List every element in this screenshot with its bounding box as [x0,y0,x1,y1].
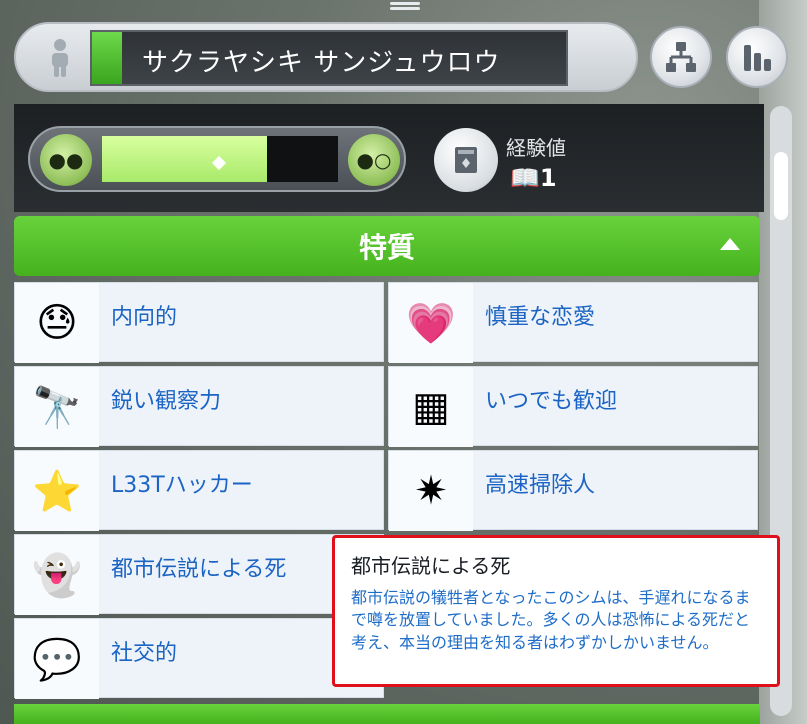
book-icon [455,147,477,173]
drag-handle[interactable] [390,0,420,14]
sweating-emoji-icon: 😓 [15,283,99,363]
trait-label: 鋭い観察力 [111,389,222,414]
mood-strip: ●● ●○ 経験値 📖1 [14,104,764,212]
stats-icon [744,45,771,71]
xp-button[interactable] [434,128,498,192]
computer-star-icon: ⭐ [15,451,99,531]
traits-title: 特質 [358,231,415,264]
sim-name-bar: サクラヤシキ サンジュウロウ [14,22,638,92]
chatting-mouths-icon: 💬 [15,619,99,699]
trait-item[interactable]: 💬 社交的 [14,618,384,699]
trait-label: L33Tハッカー [111,473,253,498]
welcome-mat-icon: ▦ [389,367,473,447]
trait-label: 都市伝説による死 [111,557,287,582]
family-tree-button[interactable] [650,26,712,88]
trait-item[interactable]: 👻 都市伝説による死 [14,534,384,615]
sim-name: サクラヤシキ サンジュウロウ [142,48,501,78]
scroll-thumb[interactable] [774,152,788,220]
trait-item[interactable]: ✷ 高速掃除人 [388,450,758,531]
trait-tooltip: 都市伝説による死 都市伝説の犠牲者となったこのシムは、手遅れになるまで噂を放置し… [332,535,780,687]
trait-item[interactable]: 🔭 鋭い観察力 [14,366,384,447]
feather-duster-icon: ✷ [389,451,473,531]
trait-item[interactable]: 😓 内向的 [14,282,384,363]
xp-count: 1 [539,164,557,192]
trait-label: いつでも歓迎 [485,389,618,414]
trait-label: 高速掃除人 [485,473,596,498]
trait-label: 社交的 [111,641,178,666]
sim-silhouette-icon[interactable] [40,34,80,80]
xp-book-icon: 📖 [510,164,540,192]
binoculars-icon: 🔭 [15,367,99,447]
tooltip-body: 都市伝説の犠牲者となったこのシムは、手遅れになるまで噂を放置していました。多くの… [351,588,751,652]
traits-section-header[interactable]: 特質 [14,216,760,276]
tooltip-title: 都市伝説による死 [351,554,511,578]
trait-label: 慎重な恋愛 [485,305,596,330]
mood-fill [102,136,268,182]
heart-in-jar-icon: 💗 [389,283,473,363]
trait-label: 内向的 [111,305,178,330]
ghost-mood-icon: ●○ [348,134,400,186]
sim-info-panel: サクラヤシキ サンジュウロウ ●● ●○ 経験値 📖1 特質 😓 内向的 💗 慎… [0,0,807,724]
mood-bar: ●● ●○ [28,126,406,192]
xp-label: 経験値 [506,136,566,160]
xp-value: 📖1 [510,164,557,192]
sim-name-field[interactable]: サクラヤシキ サンジュウロウ [90,30,568,86]
name-accent-bar [92,32,122,84]
trait-item[interactable]: ▦ いつでも歓迎 [388,366,758,447]
stats-button[interactable] [726,26,788,88]
ghost-mood-icon: ●● [40,134,92,186]
ghost-scythe-icon: 👻 [15,535,99,615]
caret-up-icon[interactable] [720,238,740,250]
next-section-header[interactable] [14,704,760,724]
trait-item[interactable]: ⭐ L33Tハッカー [14,450,384,531]
family-tree-icon [666,42,696,72]
trait-item[interactable]: 💗 慎重な恋愛 [388,282,758,363]
mood-meter [102,136,338,182]
